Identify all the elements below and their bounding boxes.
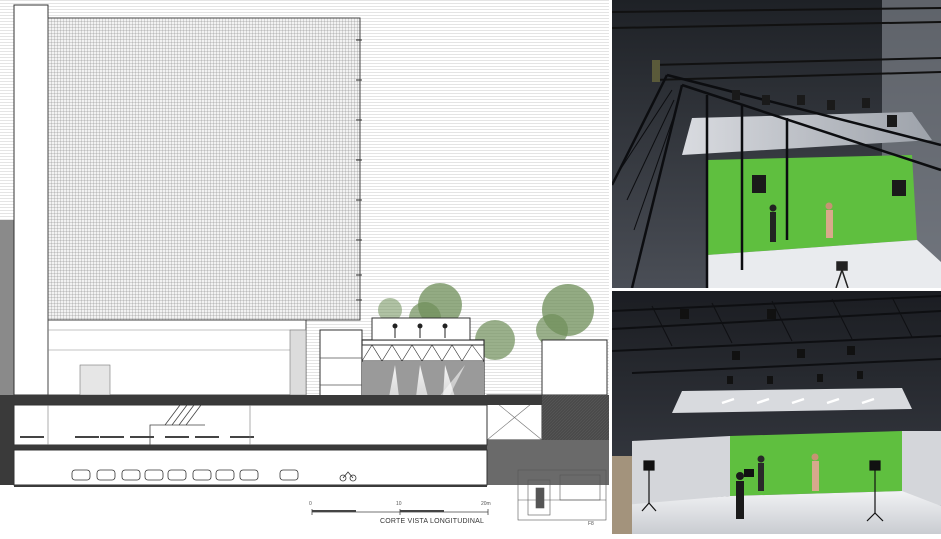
right-annex <box>541 339 608 396</box>
scale-label-20m: 20m <box>481 501 491 507</box>
basement-level-1 <box>13 404 488 446</box>
left-shadow-band <box>0 220 14 395</box>
key-plan-label: F8 <box>588 521 594 527</box>
scale-bar <box>311 509 489 515</box>
earth-hatch-right <box>542 395 612 445</box>
scale-label-0: 0 <box>309 501 312 507</box>
drawing-title: CORTE VISTA LONGITUDINAL <box>380 518 485 525</box>
facade-grid-block <box>47 17 361 321</box>
studio-render-bottom <box>612 291 941 534</box>
render-bottom-svg <box>612 291 941 534</box>
presentation-board: 0 10 20m CORTE VISTA LONGITUDINAL F8 <box>0 0 941 534</box>
ceiling-light-panel <box>672 388 912 413</box>
basement-slab <box>14 445 487 450</box>
green-screen <box>707 155 917 255</box>
section-svg <box>0 0 612 521</box>
render-top-svg <box>612 0 941 288</box>
longitudinal-section-drawing: 0 10 20m CORTE VISTA LONGITUDINAL F8 <box>0 0 612 534</box>
studio-render-top <box>612 0 941 288</box>
tower-column <box>13 4 49 396</box>
podium-door <box>79 364 111 396</box>
earth-right <box>487 440 612 485</box>
wood-panel-left <box>612 456 632 534</box>
roof-room <box>371 317 471 341</box>
ground-slab-cut <box>0 395 612 405</box>
cyclorama-left-wall <box>632 436 730 506</box>
scale-label-10: 10 <box>396 501 402 507</box>
